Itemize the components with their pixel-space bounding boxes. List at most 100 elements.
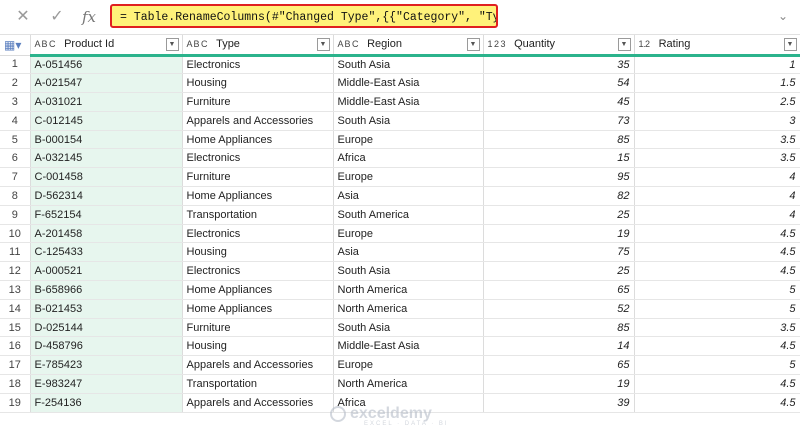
row-number[interactable]: 13 [0,280,31,300]
column-header-rating[interactable]: 1.2 Rating ▼ [634,35,800,57]
cell-type[interactable]: Transportation [182,374,334,394]
cell-type[interactable]: Transportation [182,205,334,225]
column-header-quantity[interactable]: 1 2 3 Quantity ▼ [483,35,635,57]
filter-dropdown-icon[interactable]: ▼ [617,38,631,51]
cell-product-id[interactable]: D-458796 [30,336,183,357]
cell-product-id[interactable]: F-652154 [30,205,183,225]
cell-rating[interactable]: 4 [634,186,800,206]
cell-region[interactable]: Middle-East Asia [333,336,484,357]
row-number[interactable]: 9 [0,205,31,225]
cell-product-id[interactable]: C-012145 [30,111,183,131]
table-row[interactable]: 10 A-201458 Electronics Europe 19 4.5 [0,224,800,244]
row-number[interactable]: 5 [0,130,31,150]
cell-type[interactable]: Electronics [182,224,334,244]
table-row[interactable]: 8 D-562314 Home Appliances Asia 82 4 [0,186,800,206]
cell-region[interactable]: South Asia [333,318,484,338]
row-number[interactable]: 7 [0,167,31,188]
cell-region[interactable]: Asia [333,242,484,263]
chevron-down-icon[interactable]: ⌄ [776,9,790,23]
row-number[interactable]: 16 [0,336,31,357]
filter-dropdown-icon[interactable]: ▼ [316,38,330,51]
cell-product-id[interactable]: E-983247 [30,374,183,394]
cell-product-id[interactable]: A-021547 [30,73,183,94]
cell-rating[interactable]: 3.5 [634,318,800,338]
table-row[interactable]: 14 B-021453 Home Appliances North America 52… [0,299,800,319]
cell-type[interactable]: Home Appliances [182,130,334,150]
cell-rating[interactable]: 4.5 [634,336,800,357]
row-number[interactable]: 2 [0,73,31,94]
cell-type[interactable]: Housing [182,336,334,357]
table-row[interactable]: 3 A-031021 Furniture Middle-East Asia 45 2.5 [0,92,800,112]
cell-region[interactable]: Europe [333,130,484,150]
cell-type[interactable]: Electronics [182,148,334,169]
column-header-region[interactable]: A B C Region ▼ [333,35,484,57]
cell-region[interactable]: South Asia [333,55,484,75]
filter-dropdown-icon[interactable]: ▼ [165,38,179,51]
cell-product-id[interactable]: D-025144 [30,318,183,338]
cell-region[interactable]: Africa [333,393,484,413]
cell-type[interactable]: Furniture [182,318,334,338]
cell-quantity[interactable]: 19 [483,374,635,394]
row-number[interactable]: 19 [0,393,31,413]
table-row[interactable]: 7 C-001458 Furniture Europe 95 4 [0,167,800,188]
cell-product-id[interactable]: B-000154 [30,130,183,150]
cell-type[interactable]: Furniture [182,167,334,188]
cell-quantity[interactable]: 73 [483,111,635,131]
close-icon[interactable]: ✕ [12,6,34,28]
cell-rating[interactable]: 2.5 [634,92,800,112]
table-row[interactable]: 2 A-021547 Housing Middle-East Asia 54 1.5 [0,73,800,94]
cell-type[interactable]: Apparels and Accessories [182,355,334,376]
row-number[interactable]: 6 [0,148,31,169]
cell-quantity[interactable]: 15 [483,148,635,169]
cell-type[interactable]: Electronics [182,55,334,75]
cell-type[interactable]: Apparels and Accessories [182,393,334,413]
cell-quantity[interactable]: 95 [483,167,635,188]
check-icon[interactable]: ✓ [46,6,68,28]
cell-rating[interactable]: 4.5 [634,242,800,263]
row-number[interactable]: 10 [0,224,31,244]
table-row[interactable]: 9 F-652154 Transportation South America 25 4 [0,205,800,225]
table-menu-button[interactable]: ▦▾ [0,35,31,56]
text-type-icon[interactable]: A B C [35,39,56,49]
text-type-icon[interactable]: A B C [187,39,208,49]
table-row[interactable]: 12 A-000521 Electronics South Asia 25 4.5 [0,261,800,282]
row-number[interactable]: 12 [0,261,31,282]
cell-type[interactable]: Furniture [182,92,334,112]
cell-rating[interactable]: 4 [634,205,800,225]
cell-product-id[interactable]: B-658966 [30,280,183,300]
cell-rating[interactable]: 5 [634,280,800,300]
cell-type[interactable]: Home Appliances [182,299,334,319]
cell-product-id[interactable]: A-201458 [30,224,183,244]
cell-type[interactable]: Home Appliances [182,186,334,206]
cell-product-id[interactable]: E-785423 [30,355,183,376]
cell-region[interactable]: North America [333,374,484,394]
cell-product-id[interactable]: A-031021 [30,92,183,112]
cell-product-id[interactable]: B-021453 [30,299,183,319]
table-row[interactable]: 16 D-458796 Housing Middle-East Asia 14 4.5 [0,336,800,357]
row-number[interactable]: 11 [0,242,31,263]
decimal-type-icon[interactable]: 1.2 [639,39,651,49]
row-number[interactable]: 3 [0,92,31,112]
cell-rating[interactable]: 4.5 [634,374,800,394]
cell-quantity[interactable]: 45 [483,92,635,112]
cell-rating[interactable]: 4 [634,167,800,188]
cell-quantity[interactable]: 19 [483,224,635,244]
cell-quantity[interactable]: 65 [483,280,635,300]
cell-type[interactable]: Housing [182,242,334,263]
table-row[interactable]: 19 F-254136 Apparels and Accessories Africa… [0,393,800,413]
table-row[interactable]: 17 E-785423 Apparels and Accessories Europe… [0,355,800,376]
whole-number-type-icon[interactable]: 1 2 3 [488,39,506,49]
cell-product-id[interactable]: A-032145 [30,148,183,169]
cell-quantity[interactable]: 85 [483,130,635,150]
table-row[interactable]: 4 C-012145 Apparels and Accessories South A… [0,111,800,131]
row-number[interactable]: 8 [0,186,31,206]
cell-product-id[interactable]: D-562314 [30,186,183,206]
row-number[interactable]: 15 [0,318,31,338]
cell-region[interactable]: North America [333,280,484,300]
cell-rating[interactable]: 1.5 [634,73,800,94]
cell-region[interactable]: Middle-East Asia [333,92,484,112]
cell-region[interactable]: Asia [333,186,484,206]
cell-quantity[interactable]: 14 [483,336,635,357]
table-row[interactable]: 13 B-658966 Home Appliances North America 65… [0,280,800,300]
cell-product-id[interactable]: C-125433 [30,242,183,263]
